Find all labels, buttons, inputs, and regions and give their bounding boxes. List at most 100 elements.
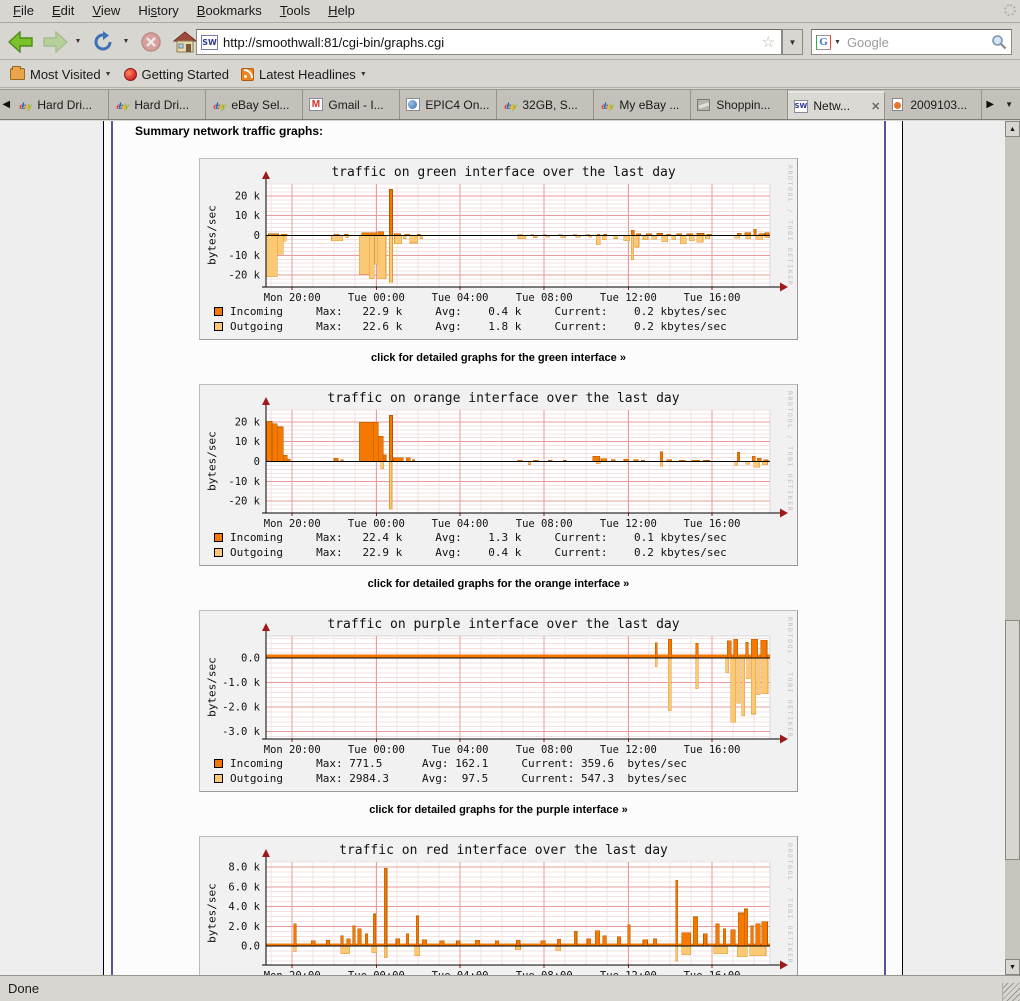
back-history-dropdown[interactable]: ▼ [72,38,84,45]
svg-text:0: 0 [254,456,260,468]
menu-bookmarks[interactable]: Bookmarks [188,0,271,22]
back-button[interactable] [6,28,36,56]
bookmark-latest-headlines[interactable]: Latest Headlines ▼ [237,65,375,84]
search-input[interactable]: Google [847,35,991,50]
url-text[interactable]: http://smoothwall:81/cgi-bin/graphs.cgi [223,35,760,50]
detail-graphs-link-3[interactable]: click for detailed graphs for the purple… [113,804,884,817]
legend-swatch [214,307,223,316]
tab-1[interactable]: ebayHard Dri... [12,90,109,119]
graph-title: traffic on orange interface over the las… [240,391,767,406]
menu-view[interactable]: View [83,0,129,22]
legend-swatch [214,774,223,783]
rrd-graph-image-2: 20 k10 k0-10 k-20 kMon 20:00Tue 00:00Tue… [199,384,798,566]
menu-edit[interactable]: Edit [43,0,83,22]
gmail-tab-icon: M [307,98,324,112]
smoothwall-favicon: SW [201,35,218,50]
globe-tab-icon [404,98,421,112]
page-inner-border-right [884,121,886,975]
svg-text:Tue 12:00: Tue 12:00 [600,518,657,530]
shopping-tab-icon [695,98,712,112]
menu-tools[interactable]: Tools [271,0,319,22]
list-all-tabs-button[interactable]: ▼ [998,100,1020,109]
graph-ylabel: bytes/sec [206,410,218,513]
tab-3[interactable]: ebayeBay Sel... [206,90,303,119]
firefox-icon [124,68,137,81]
tab-label: EPIC4 On... [425,98,492,112]
bookmark-star-icon[interactable]: ☆ [762,33,775,51]
graph-block-2: 20 k10 k0-10 k-20 kMon 20:00Tue 00:00Tue… [113,384,884,591]
search-engine-dropdown[interactable]: ▼ [834,39,841,46]
scrollbar-up-arrow[interactable]: ▲ [1005,121,1020,137]
tab-label: My eBay ... [619,98,686,112]
tab-9-active[interactable]: SWNetw...✕ [788,91,885,119]
forward-arrow-icon [42,31,68,53]
forward-button[interactable] [40,28,70,56]
stop-button[interactable] [136,28,166,56]
scroll-tabs-left-button[interactable]: ◀ [0,90,12,119]
tab-label: Shoppin... [716,98,783,112]
bookmark-most-visited[interactable]: Most Visited ▼ [6,65,120,84]
doc-tab-icon [889,98,906,112]
svg-text:Tue 04:00: Tue 04:00 [432,518,489,530]
ebay-tab-icon: ebay [501,98,518,112]
rrdtool-watermark: RRDTOOL / TOBI OETIKER [784,165,794,305]
menu-help[interactable]: Help [319,0,364,22]
tab-2[interactable]: ebay Hard Dri... [109,90,206,119]
stop-icon [140,31,162,53]
detail-graphs-link-2[interactable]: click for detailed graphs for the orange… [113,578,884,591]
reload-dropdown[interactable]: ▼ [120,38,132,45]
legend-text: Incoming Max: 22.9 k Avg: 0.4 k Current:… [230,305,727,318]
bookmark-getting-started[interactable]: Getting Started [120,65,237,84]
svg-text:Mon 20:00: Mon 20:00 [264,518,321,530]
vertical-scrollbar[interactable]: ▲ ▼ [1005,121,1020,975]
graph-block-3: 0.0-1.0 k-2.0 k-3.0 kMon 20:00Tue 00:00T… [113,610,884,817]
bookmark-label: Latest Headlines [259,67,356,82]
detail-graphs-link-1[interactable]: click for detailed graphs for the green … [113,352,884,365]
tab-5[interactable]: EPIC4 On... [400,90,497,119]
scrollbar-thumb[interactable] [1005,620,1020,860]
scroll-tabs-right-button[interactable]: ▶ [982,99,998,110]
page-content: Summary network traffic graphs: 20 k10 k… [113,121,884,975]
url-history-dropdown[interactable]: ▼ [782,29,803,55]
svg-text:0.0: 0.0 [241,653,260,665]
svg-text:Tue 16:00: Tue 16:00 [684,292,741,304]
page-frame-left [103,121,104,975]
search-bar[interactable]: G ▼ Google [811,29,1012,55]
svg-text:Mon 20:00: Mon 20:00 [264,744,321,756]
menu-file[interactable]: File [4,0,43,22]
svg-text:-20 k: -20 k [228,496,260,508]
tab-8[interactable]: Shoppin... [691,90,788,119]
folder-icon [10,68,25,80]
tab-4[interactable]: MGmail - I... [303,90,400,119]
tab-7[interactable]: ebayMy eBay ... [594,90,691,119]
svg-text:Tue 00:00: Tue 00:00 [348,744,405,756]
svg-text:Tue 04:00: Tue 04:00 [432,744,489,756]
svg-text:Tue 00:00: Tue 00:00 [348,292,405,304]
resize-grip[interactable] [1002,983,1020,1001]
tab-close-icon[interactable]: ✕ [871,100,880,113]
scrollbar-down-arrow[interactable]: ▼ [1005,959,1020,975]
ebay-tab-icon: ebay [113,98,130,112]
rrd-graph-image-3: 0.0-1.0 k-2.0 k-3.0 kMon 20:00Tue 00:00T… [199,610,798,792]
graph-ylabel: bytes/sec [206,184,218,287]
tab-6[interactable]: ebay32GB, S... [497,90,594,119]
menu-history[interactable]: History [129,0,187,22]
bookmark-label: Getting Started [142,67,229,82]
tab-10[interactable]: 2009103... [885,90,982,119]
svg-text:2.0 k: 2.0 k [228,921,260,933]
chevron-down-icon: ▼ [105,71,112,78]
bookmark-label: Most Visited [30,67,101,82]
svg-text:-20 k: -20 k [228,270,260,282]
legend-swatch [214,322,223,331]
url-bar[interactable]: SW http://smoothwall:81/cgi-bin/graphs.c… [196,29,782,55]
chevron-down-icon: ▼ [360,71,367,78]
google-engine-icon[interactable]: G [816,35,831,50]
reload-button[interactable] [88,28,118,56]
svg-text:Mon 20:00: Mon 20:00 [264,292,321,304]
rrdtool-watermark: RRDTOOL / TOBI OETIKER [784,843,794,975]
svg-text:Tue 04:00: Tue 04:00 [432,292,489,304]
graph-ylabel: bytes/sec [206,636,218,739]
search-magnifier-icon[interactable] [991,34,1007,50]
tab-label: Hard Dri... [134,98,201,112]
ebay-tab-icon: ebay [16,98,33,112]
